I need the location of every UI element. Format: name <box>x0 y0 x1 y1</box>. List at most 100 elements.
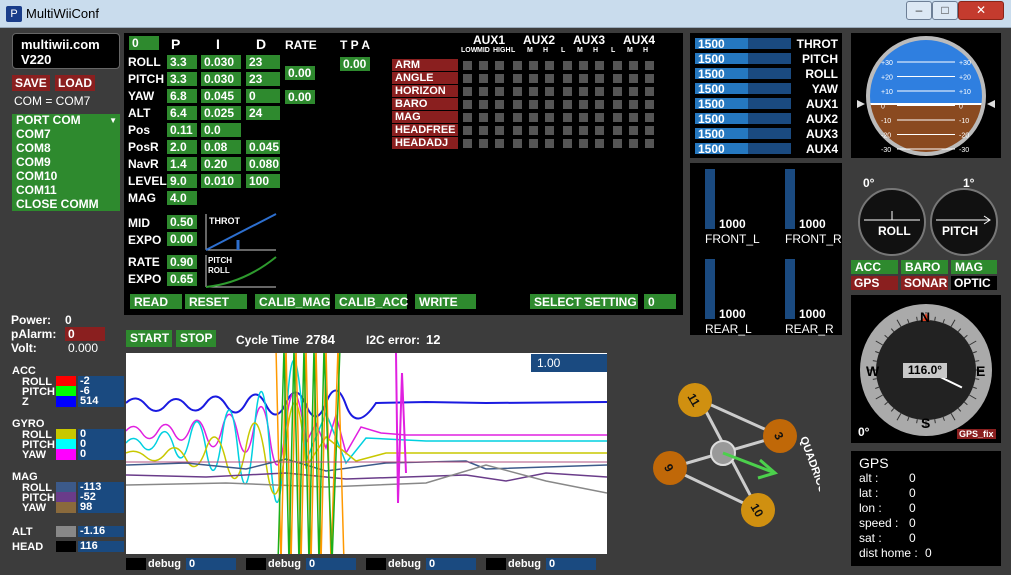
pid-p-input[interactable]: 4.0 <box>167 191 197 205</box>
aux-checkbox[interactable] <box>529 74 538 83</box>
aux-checkbox[interactable] <box>479 74 488 83</box>
calib-acc-button[interactable]: CALIB_ACC <box>335 294 408 309</box>
aux-checkbox[interactable] <box>479 126 488 135</box>
aux-checkbox[interactable] <box>563 126 572 135</box>
palarm-input[interactable]: 0 <box>65 327 105 341</box>
aux-checkbox[interactable] <box>645 100 654 109</box>
pid-d-input[interactable]: 0 <box>246 89 280 103</box>
aux-checkbox[interactable] <box>529 113 538 122</box>
aux-checkbox[interactable] <box>479 87 488 96</box>
aux-checkbox[interactable] <box>645 113 654 122</box>
legend-color-swatch[interactable] <box>56 449 76 460</box>
aux-checkbox[interactable] <box>495 61 504 70</box>
aux-checkbox[interactable] <box>463 139 472 148</box>
pid-p-input[interactable]: 6.4 <box>167 106 197 120</box>
rate-yaw-input[interactable]: 0.00 <box>285 90 315 104</box>
aux-checkbox[interactable] <box>595 126 604 135</box>
aux-checkbox[interactable] <box>613 87 622 96</box>
aux-checkbox[interactable] <box>563 113 572 122</box>
port-com-dropdown[interactable]: PORT COM ▼ <box>12 114 120 127</box>
aux-checkbox[interactable] <box>495 126 504 135</box>
aux-checkbox[interactable] <box>563 74 572 83</box>
aux-checkbox[interactable] <box>613 113 622 122</box>
port-item[interactable]: COM9 <box>12 155 120 169</box>
aux-checkbox[interactable] <box>579 139 588 148</box>
tpa-input[interactable]: 0.00 <box>340 57 370 71</box>
aux-checkbox[interactable] <box>629 74 638 83</box>
aux-checkbox[interactable] <box>513 126 522 135</box>
pid-i-input[interactable]: 0.010 <box>201 174 241 188</box>
pid-d-input[interactable]: 0.080 <box>246 157 280 171</box>
select-setting-value[interactable]: 0 <box>644 294 676 309</box>
pid-i-input[interactable]: 0.025 <box>201 106 241 120</box>
aux-checkbox[interactable] <box>645 126 654 135</box>
legend-color-swatch[interactable] <box>56 526 76 537</box>
debug-swatch[interactable] <box>246 558 266 570</box>
aux-checkbox[interactable] <box>629 126 638 135</box>
aux-checkbox[interactable] <box>495 139 504 148</box>
debug-swatch[interactable] <box>366 558 386 570</box>
aux-checkbox[interactable] <box>463 100 472 109</box>
pid-i-input[interactable]: 0.08 <box>201 140 241 154</box>
pid-i-input[interactable]: 0.030 <box>201 72 241 86</box>
pid-p-input[interactable]: 3.3 <box>167 55 197 69</box>
pid-d-input[interactable]: 100 <box>246 174 280 188</box>
pid-d-input[interactable]: 23 <box>246 55 280 69</box>
aux-checkbox[interactable] <box>563 100 572 109</box>
port-item[interactable]: COM8 <box>12 141 120 155</box>
aux-checkbox[interactable] <box>645 87 654 96</box>
aux-checkbox[interactable] <box>629 87 638 96</box>
aux-checkbox[interactable] <box>579 126 588 135</box>
calib-mag-button[interactable]: CALIB_MAG <box>255 294 330 309</box>
start-button[interactable]: START <box>126 330 172 347</box>
aux-checkbox[interactable] <box>479 100 488 109</box>
pid-i-input[interactable]: 0.20 <box>201 157 241 171</box>
aux-checkbox[interactable] <box>579 61 588 70</box>
aux-checkbox[interactable] <box>595 139 604 148</box>
pid-p-input[interactable]: 9.0 <box>167 174 197 188</box>
aux-checkbox[interactable] <box>529 139 538 148</box>
port-item[interactable]: COM11 <box>12 183 120 197</box>
close-button[interactable]: ✕ <box>958 1 1004 20</box>
aux-checkbox[interactable] <box>529 87 538 96</box>
rate-input[interactable]: 0.90 <box>167 255 197 269</box>
legend-color-swatch[interactable] <box>56 502 76 513</box>
rate-rollpitch-input[interactable]: 0.00 <box>285 66 315 80</box>
aux-checkbox[interactable] <box>495 113 504 122</box>
aux-checkbox[interactable] <box>579 113 588 122</box>
aux-checkbox[interactable] <box>513 87 522 96</box>
aux-checkbox[interactable] <box>513 100 522 109</box>
aux-checkbox[interactable] <box>463 113 472 122</box>
aux-checkbox[interactable] <box>545 61 554 70</box>
select-setting-button[interactable]: SELECT SETTING <box>530 294 638 309</box>
aux-checkbox[interactable] <box>479 61 488 70</box>
pid-p-input[interactable]: 2.0 <box>167 140 197 154</box>
aux-checkbox[interactable] <box>463 74 472 83</box>
aux-checkbox[interactable] <box>545 139 554 148</box>
stop-button[interactable]: STOP <box>176 330 216 347</box>
maximize-button[interactable]: □ <box>932 1 958 20</box>
aux-checkbox[interactable] <box>529 100 538 109</box>
save-button[interactable]: SAVE <box>12 75 50 91</box>
aux-checkbox[interactable] <box>513 113 522 122</box>
pid-d-input[interactable]: 0.045 <box>246 140 280 154</box>
aux-checkbox[interactable] <box>579 87 588 96</box>
expo2-input[interactable]: 0.65 <box>167 272 197 286</box>
aux-checkbox[interactable] <box>613 139 622 148</box>
aux-checkbox[interactable] <box>645 61 654 70</box>
aux-checkbox[interactable] <box>513 61 522 70</box>
aux-checkbox[interactable] <box>479 113 488 122</box>
legend-color-swatch[interactable] <box>56 396 76 407</box>
aux-checkbox[interactable] <box>463 126 472 135</box>
aux-checkbox[interactable] <box>629 139 638 148</box>
aux-checkbox[interactable] <box>463 61 472 70</box>
port-item[interactable]: COM10 <box>12 169 120 183</box>
aux-checkbox[interactable] <box>545 100 554 109</box>
aux-checkbox[interactable] <box>495 87 504 96</box>
aux-checkbox[interactable] <box>613 74 622 83</box>
close-comm-button[interactable]: CLOSE COMM <box>12 197 120 211</box>
reset-button[interactable]: RESET <box>185 294 247 309</box>
aux-checkbox[interactable] <box>513 139 522 148</box>
aux-checkbox[interactable] <box>513 74 522 83</box>
aux-checkbox[interactable] <box>463 87 472 96</box>
